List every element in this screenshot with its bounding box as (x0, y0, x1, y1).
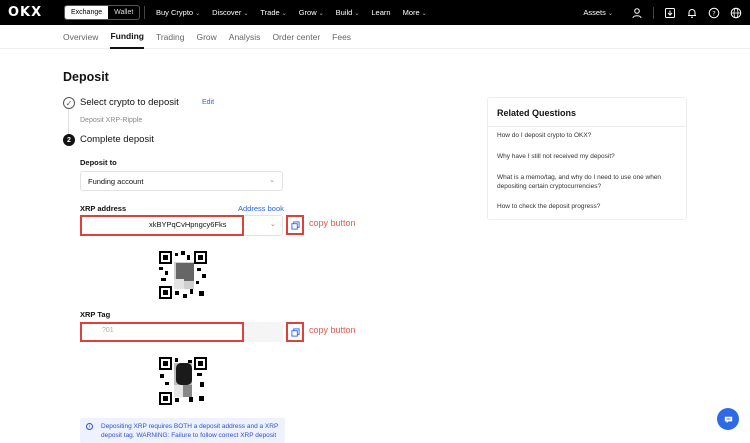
top-navbar: OKX Exchange Wallet Buy Crypto ⌄ Discover… (0, 0, 750, 25)
nav-divider (653, 6, 654, 19)
sub-navbar: Overview Funding Trading Grow Analysis O… (0, 25, 750, 49)
nav-grow[interactable]: Grow ⌄ (299, 8, 324, 17)
question-link[interactable]: How to check the deposit progress? (497, 202, 677, 211)
chat-support-button[interactable] (717, 408, 739, 430)
deposit-to-select[interactable]: Funding account ⌄ (80, 171, 283, 191)
svg-text:?: ? (712, 9, 715, 17)
deposit-to-value: Funding account (88, 177, 144, 186)
help-icon[interactable]: ? (708, 7, 720, 19)
nav-buy-crypto[interactable]: Buy Crypto ⌄ (156, 8, 200, 17)
tab-analysis[interactable]: Analysis (229, 32, 261, 42)
info-icon: i (86, 423, 93, 430)
copy-button-annotation: copy button (309, 325, 356, 335)
nav-discover[interactable]: Discover ⌄ (212, 8, 248, 17)
chevron-down-icon: ⌄ (243, 11, 249, 17)
nav-more[interactable]: More ⌄ (403, 8, 427, 17)
exchange-wallet-toggle[interactable]: Exchange Wallet (64, 5, 141, 20)
tag-qr-code (159, 357, 207, 405)
tab-fees[interactable]: Fees (332, 32, 351, 42)
address-qr-code (159, 251, 207, 299)
check-icon: ✓ (63, 97, 75, 109)
related-questions-panel: Related Questions How do I deposit crypt… (487, 97, 687, 220)
wallet-toggle[interactable]: Wallet (108, 6, 139, 19)
xrp-tag-value: ?01 (102, 327, 114, 334)
xrp-tag-label: XRP Tag (80, 310, 111, 319)
chevron-down-icon[interactable]: ⌄ (270, 220, 276, 228)
tab-overview[interactable]: Overview (63, 32, 98, 42)
question-link[interactable]: Why have I still not received my deposit… (497, 152, 677, 161)
bell-icon[interactable] (686, 7, 698, 19)
chevron-down-icon: ⌄ (195, 11, 201, 17)
step2-number: 2 (63, 134, 75, 146)
chevron-down-icon: ⌄ (421, 11, 427, 17)
globe-icon[interactable] (730, 7, 742, 19)
step2-title: Complete deposit (80, 134, 154, 145)
chevron-down-icon: ⌄ (281, 11, 287, 17)
divider (488, 126, 686, 127)
warning-text: Depositing XRP requires BOTH a deposit a… (101, 423, 279, 439)
copy-tag-button[interactable] (286, 322, 304, 342)
xrp-tag-warning: i Depositing XRP requires BOTH a deposit… (80, 418, 285, 443)
copy-button-annotation: copy button (309, 218, 356, 228)
tab-grow[interactable]: Grow (196, 32, 216, 42)
chevron-down-icon: ⌄ (269, 177, 275, 184)
related-questions-title: Related Questions (497, 108, 577, 118)
nav-build[interactable]: Build ⌄ (336, 8, 360, 17)
tab-order-center[interactable]: Order center (272, 32, 320, 42)
main-nav: Buy Crypto ⌄ Discover ⌄ Trade ⌄ Grow ⌄ Build… (156, 0, 427, 25)
chevron-down-icon: ⌄ (318, 11, 324, 17)
address-book-link[interactable]: Address book (238, 204, 284, 213)
download-icon[interactable] (664, 7, 676, 19)
nav-learn[interactable]: Learn (371, 8, 390, 17)
step1-title: Select crypto to deposit (80, 97, 179, 108)
exchange-toggle[interactable]: Exchange (65, 6, 109, 19)
copy-address-button[interactable] (286, 215, 304, 235)
nav-trade[interactable]: Trade ⌄ (260, 8, 286, 17)
step1-subtitle: Deposit XRP-Ripple (80, 117, 143, 124)
xrp-address-label: XRP address (80, 204, 127, 213)
page-title: Deposit (63, 70, 109, 84)
question-link[interactable]: What is a memo/tag, and why do I need to… (497, 173, 677, 191)
user-icon[interactable] (631, 7, 643, 19)
step-connector (68, 109, 69, 137)
chat-icon (724, 416, 732, 423)
xrp-address-value: xkBYPqCvHpngcy6Fks (149, 220, 227, 229)
copy-icon (290, 327, 300, 337)
chevron-down-icon: ⌄ (607, 11, 613, 17)
deposit-to-label: Deposit to (80, 158, 117, 167)
tab-trading[interactable]: Trading (156, 32, 185, 42)
question-link[interactable]: How do I deposit crypto to OKX? (497, 131, 677, 140)
nav-divider (144, 6, 145, 19)
nav-right: Assets ⌄ ? (583, 0, 742, 25)
edit-link[interactable]: Edit (202, 99, 214, 106)
tab-funding[interactable]: Funding (110, 25, 144, 49)
copy-icon (290, 220, 300, 230)
okx-logo[interactable]: OKX (8, 5, 42, 20)
chevron-down-icon: ⌄ (354, 11, 360, 17)
nav-assets[interactable]: Assets ⌄ (583, 8, 613, 17)
